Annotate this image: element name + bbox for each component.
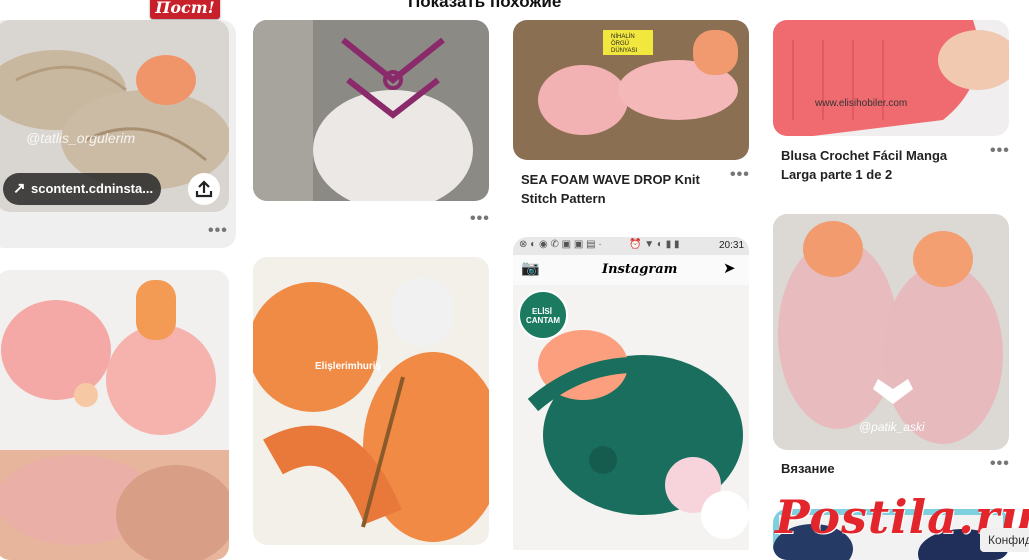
- arrow-up-right-icon: ↗: [13, 180, 26, 197]
- pin-image-7[interactable]: ⊗ ◐ ◉ ✆ ▣ ▣ ▤ · ⏰ ▼ ◐ ▮ ▮ 20:31 📷 Instag…: [513, 237, 749, 560]
- purple-socks-photo: [253, 20, 489, 201]
- send-icon: ➤: [723, 260, 736, 277]
- red-crochet-photo: [773, 20, 1009, 136]
- image-watermark: @patik_aski: [859, 420, 925, 434]
- image-badge: NİHALİN ÖRGÜ DÜNYASI: [611, 34, 638, 54]
- pin-title[interactable]: Blusa Crochet Fácil Manga Larga parte 1 …: [781, 146, 971, 184]
- image-watermark: Elişlerimhuriş: [315, 361, 382, 372]
- pin-image-4[interactable]: www.elisihobiler.com: [773, 20, 1009, 136]
- pin-image-3[interactable]: NİHALİN ÖRGÜ DÜNYASI: [513, 20, 749, 160]
- instagram-title: Instagram: [602, 262, 678, 277]
- privacy-button[interactable]: Конфид: [980, 528, 1029, 552]
- share-icon: [195, 180, 213, 198]
- orange-slipper-photo: [253, 257, 489, 545]
- pin-image-2[interactable]: [253, 20, 489, 201]
- more-options-button[interactable]: •••: [990, 143, 1010, 159]
- instagram-actions: [513, 550, 749, 560]
- braided-slippers-photo: [773, 214, 1009, 450]
- page-title: Показать похожие: [408, 0, 562, 11]
- phone-status-bar: ⊗ ◐ ◉ ✆ ▣ ▣ ▤ · ⏰ ▼ ◐ ▮ ▮ 20:31: [513, 237, 749, 255]
- site-logo[interactable]: Пост!: [150, 0, 220, 19]
- pin-title[interactable]: SEA FOAM WAVE DROP Knit Stitch Pattern: [521, 170, 711, 208]
- status-icons: ⏰ ▼ ◐ ▮ ▮: [629, 239, 680, 250]
- more-options-button[interactable]: •••: [208, 223, 228, 239]
- image-badge: ELİSİ CANTAM: [526, 307, 561, 325]
- more-options-button[interactable]: •••: [990, 456, 1010, 472]
- lace-slippers-photo: [0, 270, 229, 560]
- more-options-button[interactable]: •••: [730, 167, 750, 183]
- phone-time: 20:31: [719, 240, 745, 251]
- camera-icon: 📷: [521, 260, 540, 277]
- instagram-header: 📷 Instagram ➤: [513, 255, 749, 285]
- share-button[interactable]: [188, 173, 220, 205]
- image-watermark: www.elisihobiler.com: [815, 98, 908, 109]
- image-watermark: @tatlis_orgulerim: [26, 130, 136, 146]
- more-options-button[interactable]: •••: [470, 211, 490, 227]
- pin-title[interactable]: Вязание: [781, 459, 971, 478]
- pin-image-8[interactable]: @patik_aski: [773, 214, 1009, 450]
- source-link-text: scontent.cdninsta...: [31, 181, 154, 196]
- signal-icons: ⊗ ◐ ◉ ✆ ▣ ▣ ▤ ·: [519, 239, 602, 250]
- pin-image-6[interactable]: Elişlerimhuriş: [253, 257, 489, 545]
- pin-image-5[interactable]: [0, 270, 229, 560]
- source-link-chip[interactable]: ↗ scontent.cdninsta...: [3, 173, 161, 205]
